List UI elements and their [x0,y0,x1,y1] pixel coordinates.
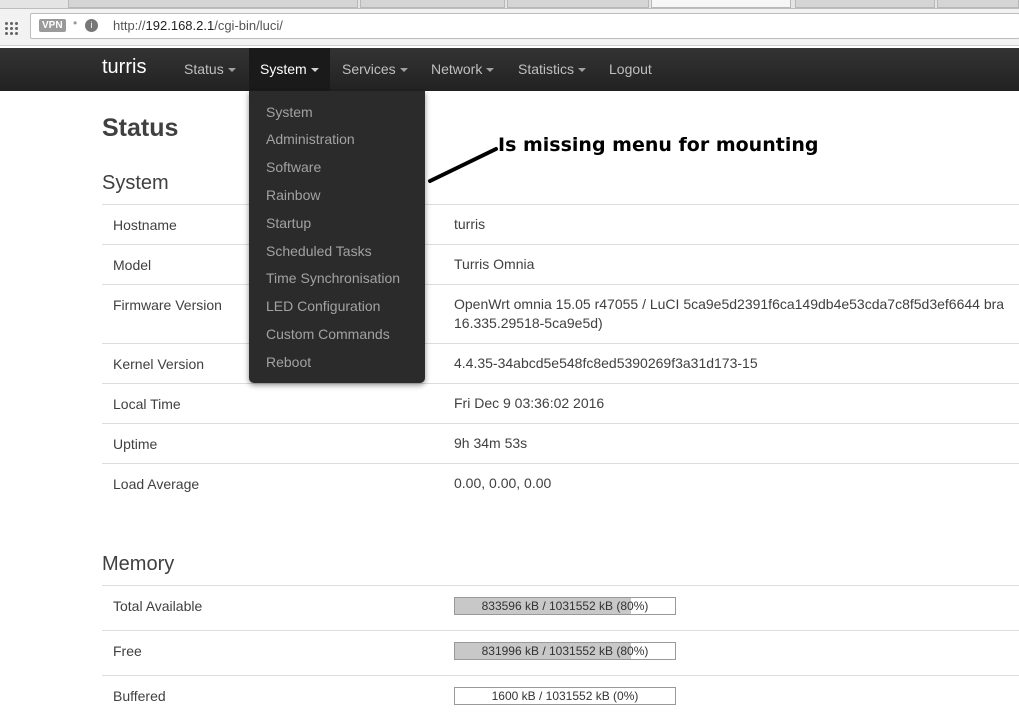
annotation-text: Is missing menu for mounting [498,134,819,156]
annotation-arrow-line [428,147,498,183]
